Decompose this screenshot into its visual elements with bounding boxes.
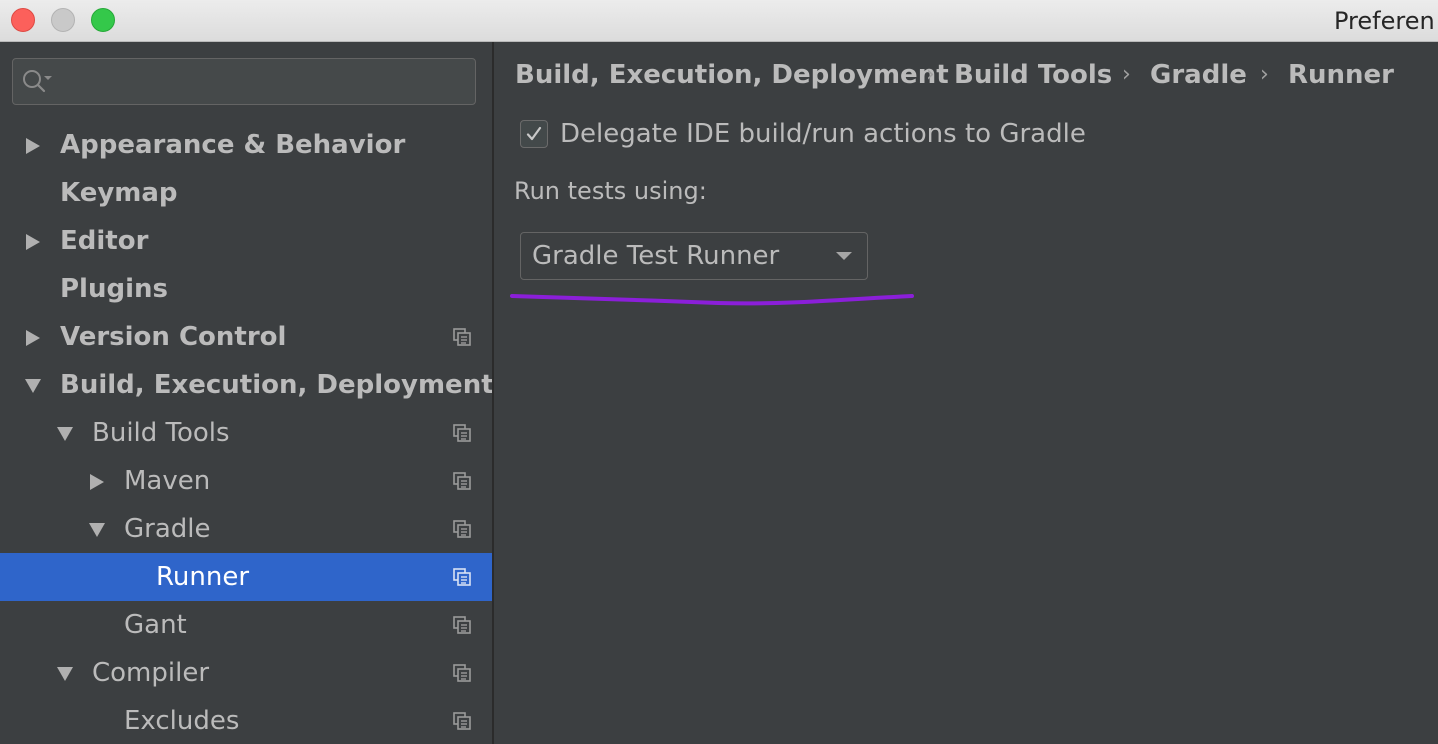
expand-arrow-icon[interactable] [24,217,44,265]
breadcrumb-item[interactable]: Build Tools [954,58,1112,92]
collapse-arrow-icon[interactable] [24,361,44,409]
tree-item-label: Editor [60,226,149,256]
chevron-down-icon [836,252,852,260]
close-window-button[interactable] [11,8,35,32]
checkmark-icon [526,126,542,141]
collapse-arrow-icon[interactable] [56,409,76,457]
annotation-underline [510,294,914,306]
tree-item-compiler[interactable]: Compiler [0,649,492,697]
project-settings-icon [453,568,471,586]
tree-item-editor[interactable]: Editor [0,217,492,265]
tree-item-build-execution-deployment[interactable]: Build, Execution, Deployment [0,361,492,409]
tree-item-label: Compiler [92,658,210,688]
breadcrumb-separator: › [926,62,935,87]
collapse-arrow-icon[interactable] [56,649,76,697]
minimize-window-button[interactable] [51,8,75,32]
test-runner-value: Gradle Test Runner [532,241,780,271]
settings-sidebar: Appearance & Behavior Keymap Editor Plugins… [0,42,492,744]
tree-item-label: Appearance & Behavior [60,130,406,160]
tree-item-label: Keymap [60,178,178,208]
tree-item-label: Build, Execution, Deployment [60,370,492,400]
project-settings-icon [453,712,471,730]
tree-item-label: Build Tools [92,418,230,448]
tree-item-label: Runner [156,562,250,592]
tree-item-gant[interactable]: Gant [0,601,492,649]
breadcrumb-item[interactable]: Gradle [1150,58,1247,92]
project-settings-icon [453,664,471,682]
maximize-window-button[interactable] [91,8,115,32]
expand-arrow-icon[interactable] [88,457,108,505]
delegate-checkbox[interactable] [520,120,548,148]
settings-panel: Build, Execution, Deployment › Build Tools… [494,42,1438,744]
title-bar: Preferen [0,0,1438,42]
delegate-label[interactable]: Delegate IDE build/run actions to Gradle [560,117,1086,151]
search-field[interactable] [12,58,476,105]
project-settings-icon [453,328,471,346]
expand-arrow-icon[interactable] [24,313,44,361]
tree-item-keymap[interactable]: Keymap [0,169,492,217]
breadcrumb-item[interactable]: Runner [1288,58,1394,92]
expand-arrow-icon[interactable] [24,121,44,169]
breadcrumb-separator: › [1260,62,1269,87]
tree-item-plugins[interactable]: Plugins [0,265,492,313]
run-tests-label: Run tests using: [514,177,707,205]
project-settings-icon [453,424,471,442]
breadcrumb-item[interactable]: Build, Execution, Deployment [515,58,949,92]
window-title: Preferen [1334,7,1435,35]
project-settings-icon [453,616,471,634]
test-runner-dropdown[interactable]: Gradle Test Runner [520,232,868,280]
tree-item-maven[interactable]: Maven [0,457,492,505]
tree-item-version-control[interactable]: Version Control [0,313,492,361]
breadcrumb-separator: › [1122,62,1131,87]
tree-item-label: Plugins [60,274,168,304]
tree-item-label: Maven [124,466,211,496]
tree-item-label: Gradle [124,514,211,544]
search-icon [23,70,52,93]
tree-item-build-tools[interactable]: Build Tools [0,409,492,457]
tree-item-label: Version Control [60,322,287,352]
tree-item-appearance-behavior[interactable]: Appearance & Behavior [0,121,492,169]
tree-item-label: Gant [124,610,187,640]
tree-item-label: Excludes [124,706,240,736]
project-settings-icon [453,520,471,538]
collapse-arrow-icon[interactable] [88,505,108,553]
project-settings-icon [453,472,471,490]
tree-item-runner[interactable]: Runner [0,553,492,601]
tree-item-excludes[interactable]: Excludes [0,697,492,744]
tree-item-gradle[interactable]: Gradle [0,505,492,553]
